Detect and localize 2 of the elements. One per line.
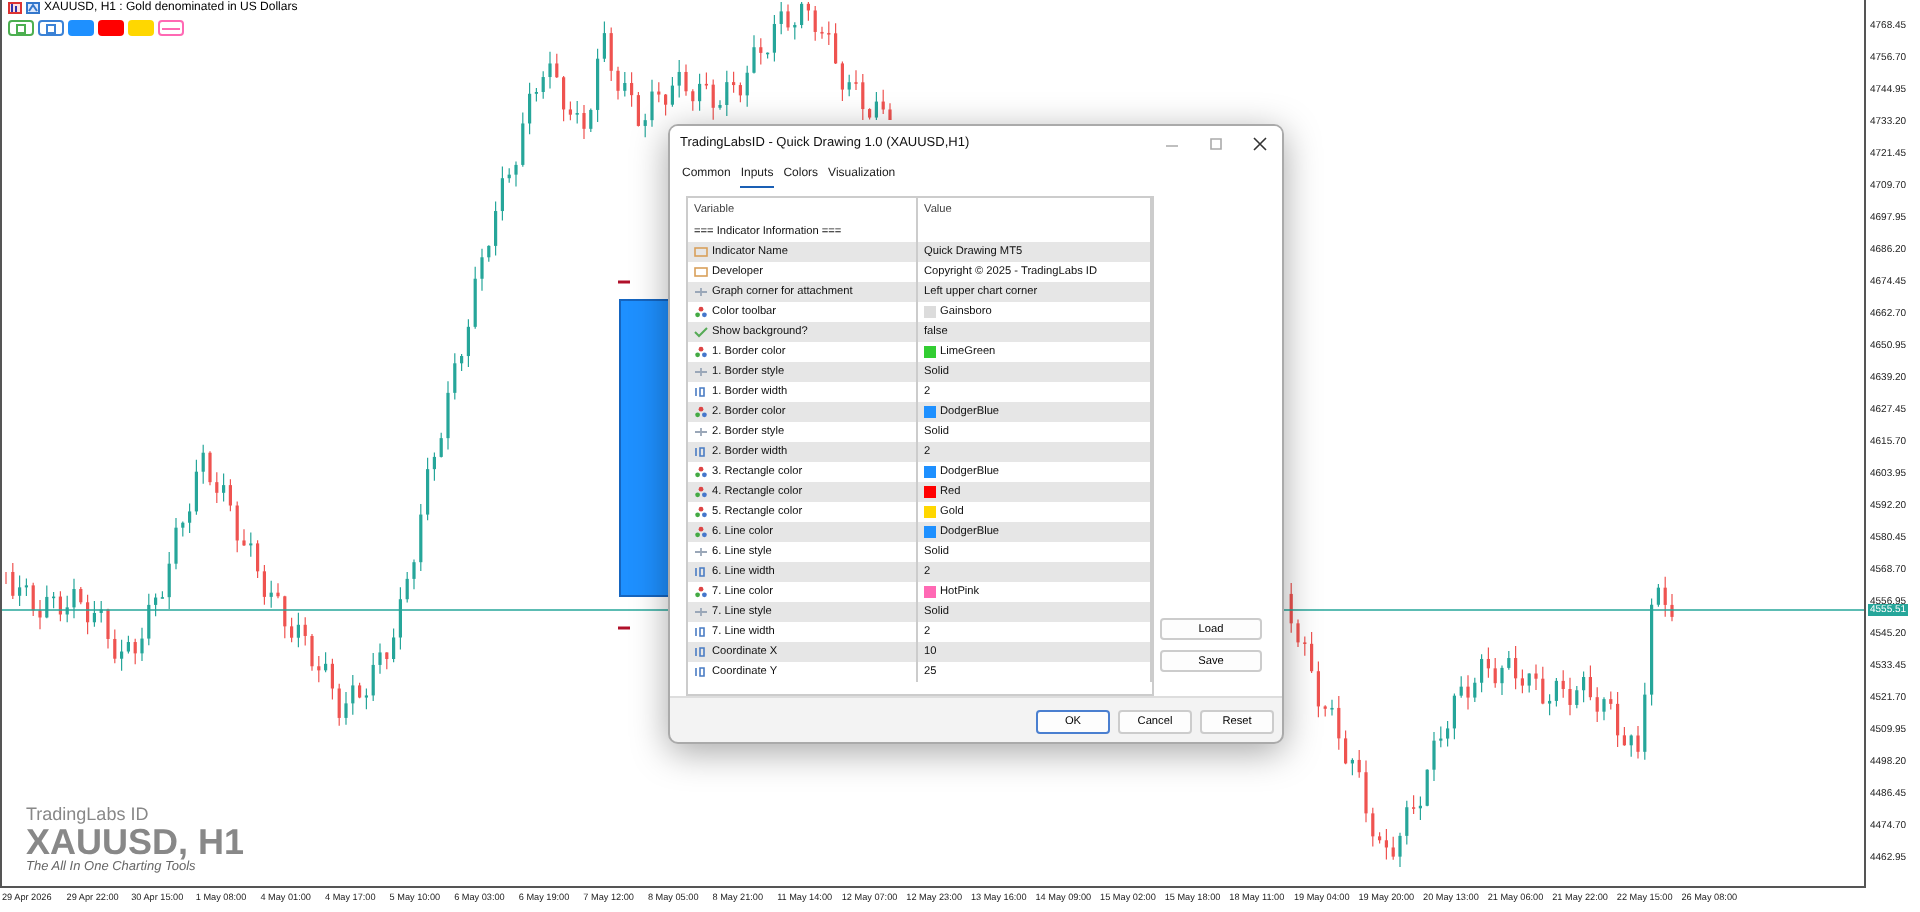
brand-name: TradingLabs ID bbox=[26, 804, 151, 824]
symbol-label: XAUUSD, H1 bbox=[26, 824, 245, 860]
